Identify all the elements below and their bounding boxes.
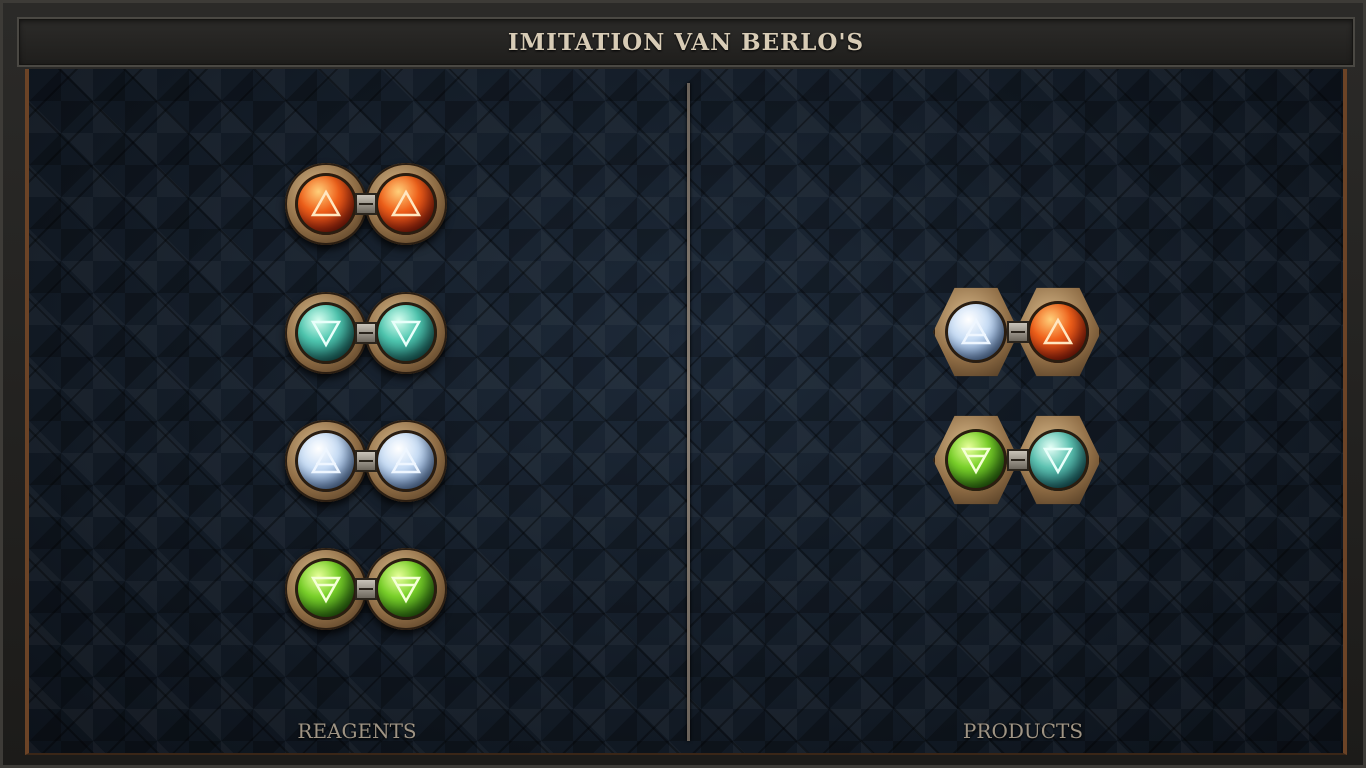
air-element-orb	[945, 301, 1007, 363]
earth-symbol-icon	[390, 576, 422, 604]
products-label: PRODUCTS	[962, 719, 1084, 743]
product-earth-water[interactable]	[933, 415, 1101, 505]
water-element-orb	[295, 302, 357, 364]
fire-symbol-icon	[1042, 317, 1074, 345]
fire-symbol-icon	[310, 189, 342, 217]
water-symbol-icon	[310, 320, 342, 348]
slot-connector	[1007, 449, 1029, 471]
earth-element-orb	[945, 429, 1007, 491]
air-element-orb	[295, 430, 357, 492]
reagent-fire-pair[interactable]	[285, 163, 447, 245]
earth-symbol-icon	[960, 447, 992, 475]
reagents-label: REAGENTS	[297, 719, 417, 743]
slot-connector	[355, 193, 377, 215]
air-symbol-icon	[310, 446, 342, 474]
water-element-orb	[375, 302, 437, 364]
earth-element-orb	[295, 558, 357, 620]
title-bar: IMITATION VAN BERLO'S	[17, 17, 1355, 67]
earth-symbol-icon	[310, 576, 342, 604]
water-symbol-icon	[1042, 447, 1074, 475]
earth-element-orb	[375, 558, 437, 620]
water-element-orb	[1027, 429, 1089, 491]
reagent-slot[interactable]	[365, 163, 447, 245]
reagent-earth-pair[interactable]	[285, 548, 447, 630]
slot-connector	[355, 322, 377, 344]
fire-symbol-icon	[390, 189, 422, 217]
fire-element-orb	[375, 173, 437, 235]
fire-element-orb	[295, 173, 357, 235]
reagent-air-pair[interactable]	[285, 420, 447, 502]
fire-element-orb	[1027, 301, 1089, 363]
reagent-slot[interactable]	[365, 292, 447, 374]
column-divider	[687, 83, 690, 741]
alchemy-panel: REAGENTS PRODUCTS	[25, 69, 1347, 755]
slot-connector	[355, 450, 377, 472]
slot-connector	[1007, 321, 1029, 343]
air-symbol-icon	[960, 317, 992, 345]
air-element-orb	[375, 430, 437, 492]
page-title: IMITATION VAN BERLO'S	[507, 28, 865, 56]
reagent-slot[interactable]	[365, 548, 447, 630]
water-symbol-icon	[390, 320, 422, 348]
reagent-water-pair[interactable]	[285, 292, 447, 374]
reagent-slot[interactable]	[365, 420, 447, 502]
slot-connector	[355, 578, 377, 600]
product-air-fire[interactable]	[933, 287, 1101, 377]
air-symbol-icon	[390, 446, 422, 474]
window-frame: IMITATION VAN BERLO'S REAGENTS PRODUCTS	[0, 0, 1366, 768]
